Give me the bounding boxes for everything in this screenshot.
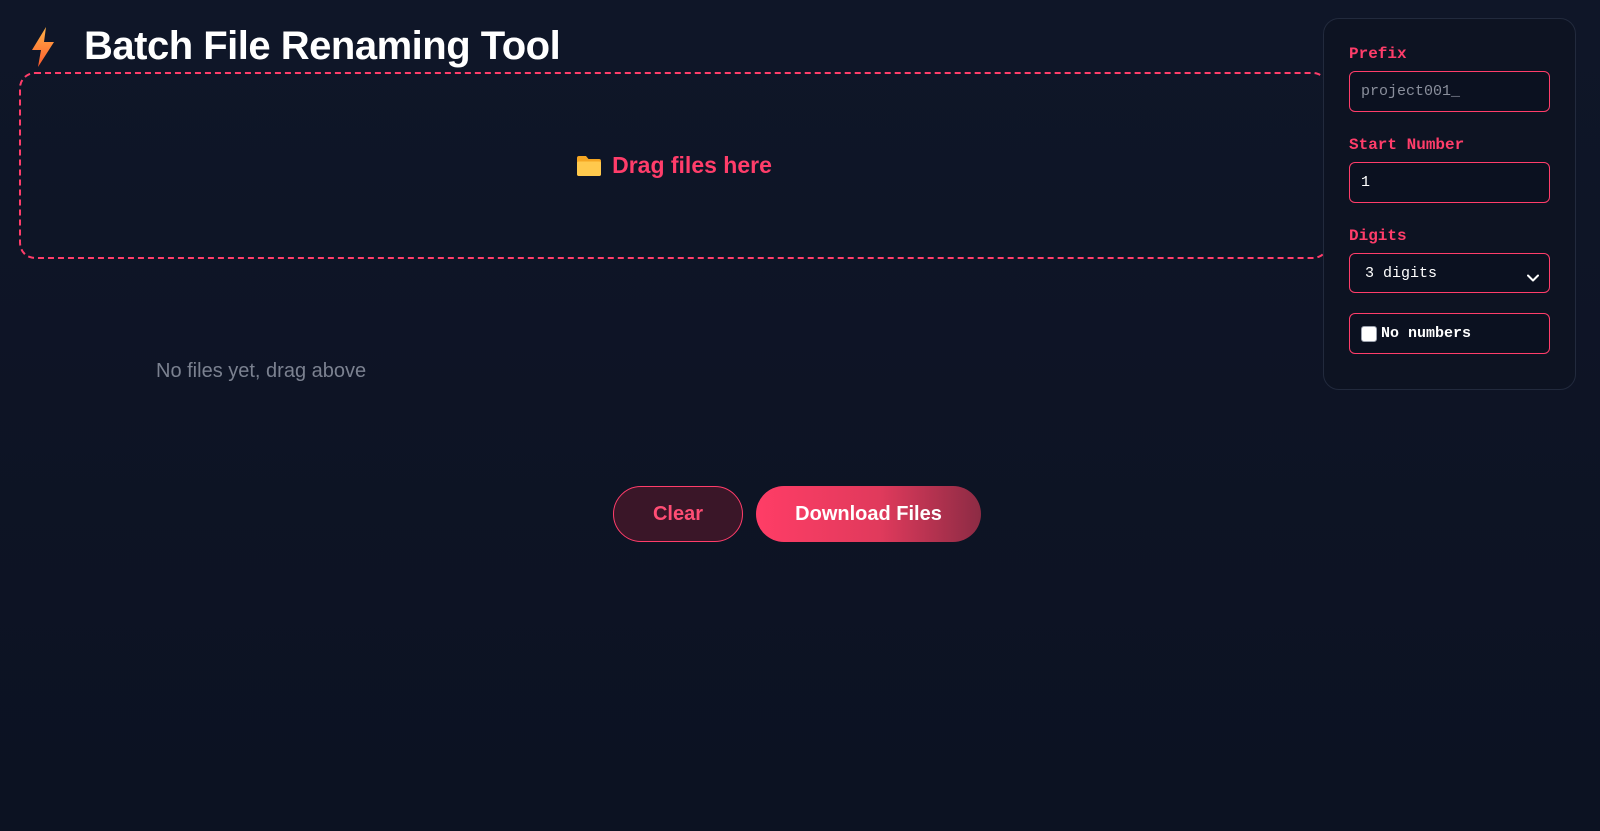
clear-button[interactable]: Clear <box>613 486 743 542</box>
page-title: Batch File Renaming Tool <box>84 24 561 68</box>
digits-select[interactable]: 3 digits <box>1349 253 1550 293</box>
chevron-down-icon <box>1527 269 1539 282</box>
action-buttons: Clear Download Files <box>613 486 981 542</box>
download-files-button[interactable]: Download Files <box>756 486 981 542</box>
start-number-label: Start Number <box>1349 136 1465 154</box>
page-header: Batch File Renaming Tool <box>30 24 561 69</box>
no-numbers-option[interactable]: No numbers <box>1349 313 1550 354</box>
folder-icon <box>576 155 602 177</box>
lightning-bolt-icon <box>30 26 60 68</box>
no-numbers-label: No numbers <box>1381 325 1472 342</box>
no-numbers-checkbox[interactable] <box>1361 325 1377 342</box>
digits-label: Digits <box>1349 227 1407 245</box>
digits-selected-value: 3 digits <box>1365 264 1438 282</box>
settings-panel: Prefix Start Number Digits 3 digits No n… <box>1323 18 1576 390</box>
start-number-input[interactable] <box>1349 162 1550 203</box>
prefix-label: Prefix <box>1349 45 1407 63</box>
dropzone-label: Drag files here <box>612 152 772 178</box>
prefix-input[interactable] <box>1349 71 1550 112</box>
dropzone-content: Drag files here <box>576 152 772 179</box>
empty-file-list-message: No files yet, drag above <box>156 360 367 382</box>
file-dropzone[interactable]: Drag files here <box>19 72 1329 259</box>
